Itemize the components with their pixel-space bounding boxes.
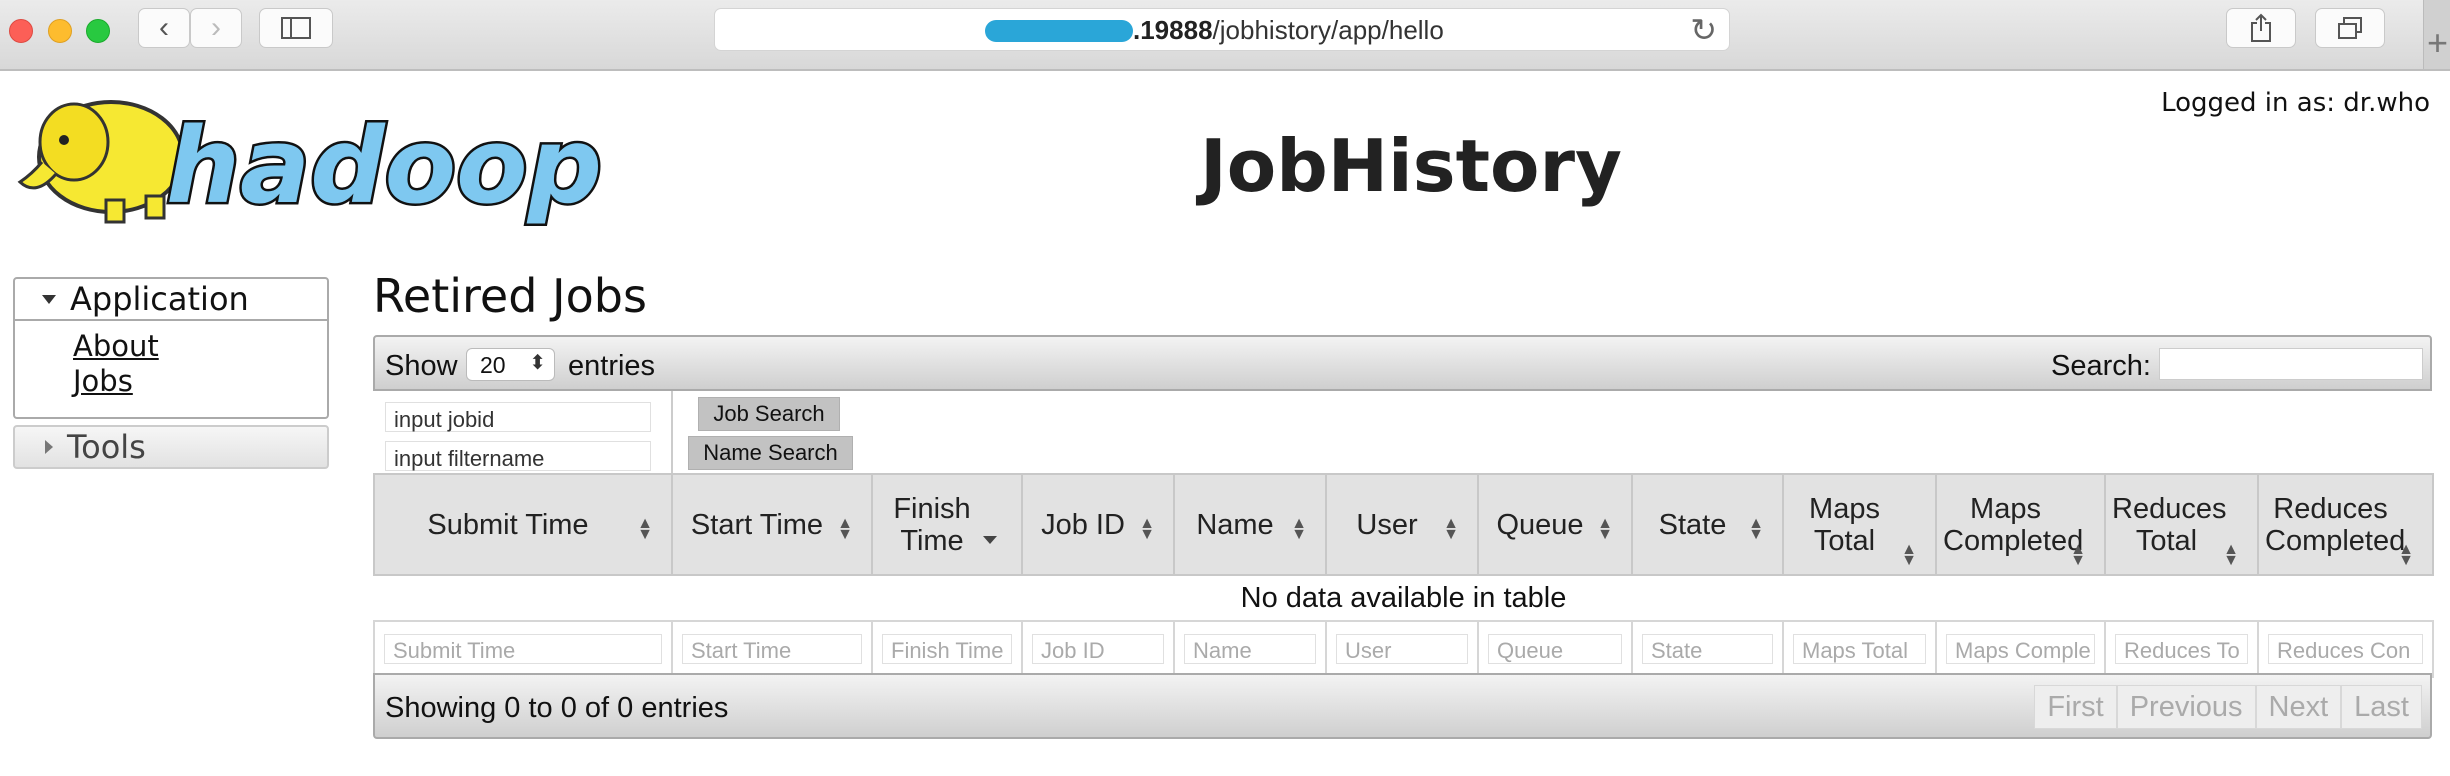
name-search-button[interactable]: Name Search <box>688 436 853 470</box>
pager-previous-button[interactable]: Previous <box>2116 685 2256 729</box>
table-info: Showing 0 to 0 of 0 entries <box>385 692 729 724</box>
divider <box>671 391 673 473</box>
job-filter-row: input jobid input filtername Job Search … <box>373 391 2432 473</box>
zoom-window-button[interactable] <box>86 19 110 43</box>
empty-table-message: No data available in table <box>1240 581 1567 614</box>
nav-tools-section[interactable]: Tools <box>13 425 329 469</box>
filter-submit-time[interactable]: Submit Time <box>384 634 662 664</box>
filter-name[interactable]: Name <box>1184 634 1316 664</box>
logo-text: hadoop <box>166 105 602 227</box>
entries-per-page-value: 20 <box>480 352 506 378</box>
elephant-icon <box>17 100 185 224</box>
tabs-overview-button[interactable] <box>2315 8 2385 48</box>
col-header-job-id[interactable]: Job ID ▲ ▼ <box>1021 473 1175 576</box>
share-icon <box>2251 13 2271 42</box>
search-label: Search: <box>2051 350 2151 382</box>
col-header-submit-time[interactable]: Submit Time ▲ ▼ <box>373 473 673 576</box>
back-button[interactable]: ‹ <box>138 8 190 48</box>
sidebar-toggle-button[interactable] <box>259 8 333 48</box>
jobid-input[interactable]: input jobid <box>385 402 651 432</box>
filter-reduces-completed[interactable]: Reduces Con <box>2268 634 2423 664</box>
show-label: Show <box>385 350 458 382</box>
hadoop-logo: hadoop <box>17 100 605 230</box>
filter-job-id[interactable]: Job ID <box>1032 634 1164 664</box>
sort-icon: ▲ ▼ <box>837 515 853 543</box>
pager-next-button[interactable]: Next <box>2255 685 2342 729</box>
sort-icon: ▲ ▼ <box>1748 515 1764 543</box>
page-title: JobHistory <box>1200 124 1622 208</box>
table-footer: Showing 0 to 0 of 0 entries First Previo… <box>373 673 2432 739</box>
select-arrows-icon: ⬍ <box>529 352 546 374</box>
col-header-name[interactable]: Name ▲ ▼ <box>1173 473 1327 576</box>
search-input[interactable] <box>2159 348 2423 380</box>
nav-tools-label: Tools <box>67 428 146 466</box>
jobs-table: Submit Time ▲ ▼ Start Time ▲ ▼ Finish Time J… <box>373 473 2434 678</box>
entries-label: entries <box>568 350 656 382</box>
sort-descending-icon <box>983 536 997 544</box>
browser-toolbar: ‹ › .19888/jobhistory/app/hello ↻ + <box>0 0 2450 71</box>
nav-application-header[interactable]: Application <box>15 279 327 321</box>
nav-link-about[interactable]: About <box>73 329 327 364</box>
new-tab-icon[interactable]: + <box>2423 0 2450 69</box>
filter-finish-time[interactable]: Finish Time <box>882 634 1012 664</box>
forward-button[interactable]: › <box>190 8 242 48</box>
filter-maps-completed[interactable]: Maps Comple <box>1946 634 2095 664</box>
minimize-window-button[interactable] <box>48 19 72 43</box>
sort-icon: ▲ ▼ <box>1597 515 1613 543</box>
reload-icon[interactable]: ↻ <box>1690 11 1717 49</box>
col-header-state[interactable]: State ▲ ▼ <box>1631 473 1784 576</box>
tabs-icon <box>2338 17 2362 39</box>
sort-icon: ▲ ▼ <box>2398 541 2414 569</box>
col-header-queue[interactable]: Queue ▲ ▼ <box>1477 473 1633 576</box>
filter-user[interactable]: User <box>1336 634 1468 664</box>
sidebar-icon <box>281 17 311 39</box>
sort-icon: ▲ ▼ <box>1291 515 1307 543</box>
url-text: .19888/jobhistory/app/hello <box>1133 15 1444 45</box>
filtername-input[interactable]: input filtername <box>385 441 651 471</box>
forward-icon: › <box>211 11 221 44</box>
pager-first-button[interactable]: First <box>2034 685 2117 729</box>
filter-state[interactable]: State <box>1642 634 1773 664</box>
col-header-finish-time[interactable]: Finish Time <box>871 473 1023 576</box>
col-header-reduces-total[interactable]: Reduces Total ▲ ▼ <box>2104 473 2259 576</box>
col-header-start-time[interactable]: Start Time ▲ ▼ <box>671 473 873 576</box>
job-search-button[interactable]: Job Search <box>698 397 840 431</box>
nav-application-label: Application <box>70 280 249 318</box>
entries-per-page-select[interactable]: 20 ⬍ <box>466 348 555 381</box>
sort-icon: ▲ ▼ <box>2070 541 2086 569</box>
share-button[interactable] <box>2226 8 2296 48</box>
col-header-maps-completed[interactable]: Maps Completed ▲ ▼ <box>1935 473 2106 576</box>
back-icon: ‹ <box>159 11 169 44</box>
expanded-triangle-icon <box>42 294 56 304</box>
col-header-reduces-completed[interactable]: Reduces Completed ▲ ▼ <box>2257 473 2434 576</box>
col-header-user[interactable]: User ▲ ▼ <box>1325 473 1479 576</box>
sort-icon: ▲ ▼ <box>2223 541 2239 569</box>
collapsed-triangle-icon <box>45 440 53 454</box>
sort-icon: ▲ ▼ <box>1139 515 1155 543</box>
sort-icon: ▲ ▼ <box>637 515 653 543</box>
filter-start-time[interactable]: Start Time <box>682 634 862 664</box>
filter-reduces-total[interactable]: Reduces To <box>2115 634 2248 664</box>
sort-icon: ▲ ▼ <box>1901 541 1917 569</box>
address-bar[interactable]: .19888/jobhistory/app/hello ↻ <box>714 8 1730 51</box>
col-header-maps-total[interactable]: Maps Total ▲ ▼ <box>1782 473 1937 576</box>
nav-link-jobs[interactable]: Jobs <box>73 364 327 399</box>
pagination: First Previous Next Last <box>2034 685 2422 729</box>
nav-application-section: Application About Jobs <box>13 277 329 419</box>
redacted-host <box>985 20 1133 42</box>
pager-last-button[interactable]: Last <box>2341 685 2422 729</box>
sort-icon: ▲ ▼ <box>1443 515 1459 543</box>
close-window-button[interactable] <box>9 19 33 43</box>
section-title: Retired Jobs <box>373 269 647 323</box>
filter-maps-total[interactable]: Maps Total <box>1793 634 1926 664</box>
filter-queue[interactable]: Queue <box>1488 634 1622 664</box>
login-status: Logged in as: dr.who <box>2161 88 2430 118</box>
table-toolbar: Show 20 ⬍ entries Search: <box>373 335 2432 391</box>
